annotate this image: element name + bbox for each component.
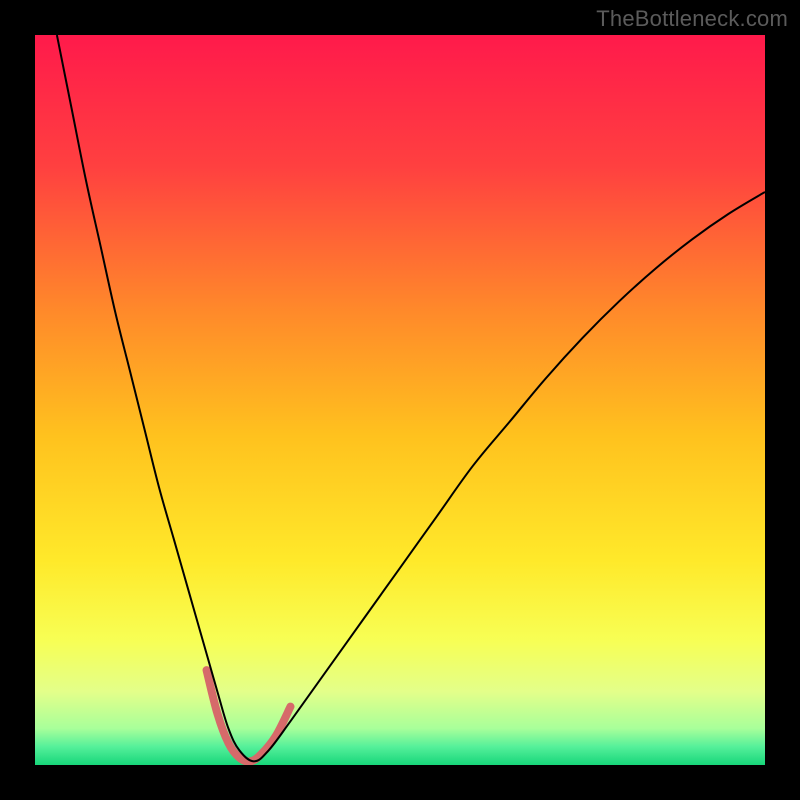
watermark-text: TheBottleneck.com [596,6,788,32]
bottleneck-curve-path [57,35,765,761]
curve-layer [35,35,765,765]
bottom-highlight-path [207,670,291,761]
plot-area [35,35,765,765]
chart-frame: TheBottleneck.com [0,0,800,800]
